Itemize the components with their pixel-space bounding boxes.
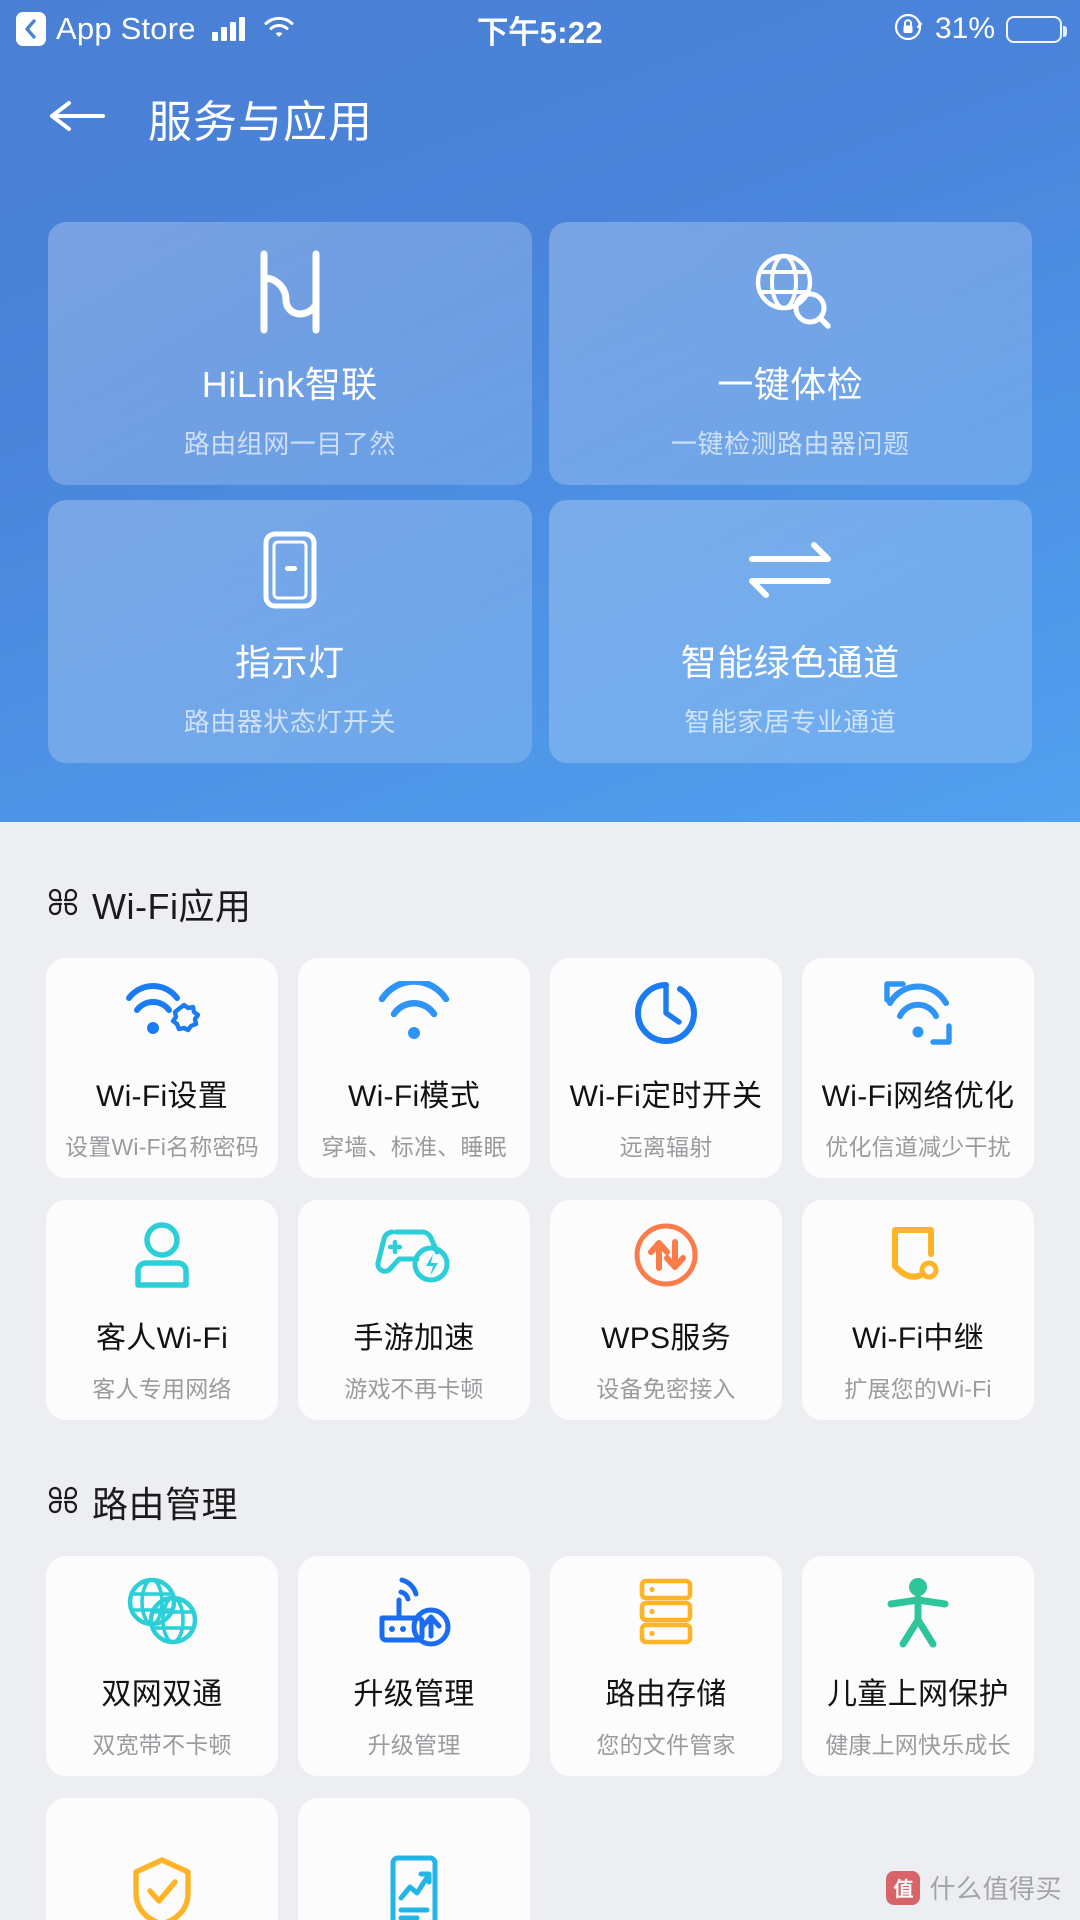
tile-title: Wi-Fi中继 [851, 1321, 985, 1355]
feature-card-title: HiLink智联 [201, 364, 378, 405]
tile-wifi-timer[interactable]: Wi-Fi定时开关 远离辐射 [550, 958, 782, 1178]
wifi-gear-icon [124, 975, 200, 1051]
wifi-icon [377, 975, 451, 1051]
tile-subtitle: 设备免密接入 [596, 1375, 736, 1402]
tile-subtitle: 设置Wi-Fi名称密码 [65, 1133, 259, 1160]
child-guard-icon [883, 1573, 953, 1649]
tile-subtitle: 健康上网快乐成长 [825, 1731, 1011, 1758]
battery-icon [1006, 15, 1067, 43]
tile-title: 路由存储 [605, 1677, 727, 1711]
wifi-relay-icon [883, 1217, 953, 1293]
watermark-text: 什么值得买 [929, 1874, 1062, 1904]
tile-subtitle: 扩展您的Wi-Fi [844, 1375, 992, 1402]
tile-wifi-optimize[interactable]: Wi-Fi网络优化 优化信道减少干扰 [802, 958, 1034, 1178]
tile-subtitle: 您的文件管家 [596, 1731, 736, 1758]
tile-subtitle: 远离辐射 [619, 1133, 713, 1160]
tile-title: Wi-Fi设置 [95, 1079, 229, 1113]
wps-arrows-icon [631, 1217, 701, 1293]
tile-title: 客人Wi-Fi [95, 1321, 229, 1355]
watermark: 值 什么值得买 [886, 1869, 1062, 1906]
nav-bar: 服务与应用 [0, 58, 1080, 178]
tile-subtitle: 升级管理 [367, 1731, 461, 1758]
report-chart-icon [383, 1854, 445, 1920]
feature-card-indicator-light[interactable]: 指示灯 路由器状态灯开关 [48, 500, 532, 763]
status-bar-right: 31% [892, 0, 1067, 58]
tile-subtitle: 穿墙、标准、睡眠 [321, 1133, 507, 1160]
server-stack-icon [633, 1573, 699, 1649]
status-bar: App Store 下午5:22 31% [0, 0, 1080, 58]
feature-card-title: 指示灯 [234, 642, 345, 683]
section-title: Wi-Fi应用 [92, 886, 252, 927]
tile-title: 双网双通 [101, 1677, 223, 1711]
globe-search-icon [746, 246, 834, 338]
grid-four-circles-icon [46, 885, 80, 924]
tile-subtitle: 双宽带不卡顿 [92, 1731, 232, 1758]
grid-four-circles-icon [46, 1483, 80, 1522]
tile-wps-service[interactable]: WPS服务 设备免密接入 [550, 1200, 782, 1420]
wifi-optimize-icon [881, 975, 955, 1051]
battery-percent-label: 31% [934, 12, 995, 45]
tile-security-shield[interactable] [46, 1798, 278, 1920]
tile-subtitle: 游戏不再卡顿 [344, 1375, 484, 1402]
feature-card-grid: HiLink智联 路由组网一目了然 一键体检 一键检测路由器问题 指示灯 路由器… [48, 222, 1032, 763]
arrow-left-icon[interactable] [48, 95, 106, 142]
gamepad-boost-icon [374, 1217, 454, 1293]
tile-wifi-settings[interactable]: Wi-Fi设置 设置Wi-Fi名称密码 [46, 958, 278, 1178]
tile-title: 手游加速 [353, 1321, 475, 1355]
feature-card-title: 智能绿色通道 [680, 642, 900, 683]
tile-title: 升级管理 [353, 1677, 475, 1711]
dual-globe-icon [123, 1573, 201, 1649]
tile-title: 儿童上网保护 [827, 1677, 1009, 1711]
tile-router-storage[interactable]: 路由存储 您的文件管家 [550, 1556, 782, 1776]
user-icon [129, 1217, 195, 1293]
wifi-app-grid: Wi-Fi设置 设置Wi-Fi名称密码 Wi-Fi模式 穿墙、标准、睡眠 Wi-… [0, 958, 1080, 1420]
feature-card-hilink[interactable]: HiLink智联 路由组网一目了然 [48, 222, 532, 485]
app-sections: Wi-Fi应用 Wi-Fi设置 设置Wi-Fi名称密码 Wi-Fi模式 穿墙、标… [0, 822, 1080, 1920]
feature-card-title: 一键体检 [717, 364, 864, 405]
feature-card-subtitle: 一键检测路由器问题 [670, 429, 910, 459]
feature-card-subtitle: 智能家居专业通道 [684, 707, 897, 737]
tile-wifi-mode[interactable]: Wi-Fi模式 穿墙、标准、睡眠 [298, 958, 530, 1178]
feature-card-subtitle: 路由器状态灯开关 [183, 707, 396, 737]
page-title: 服务与应用 [148, 98, 373, 147]
indicator-light-icon [255, 524, 325, 616]
tile-child-protection[interactable]: 儿童上网保护 健康上网快乐成长 [802, 1556, 1034, 1776]
tile-subtitle: 优化信道减少干扰 [825, 1133, 1011, 1160]
feature-card-health-check[interactable]: 一键体检 一键检测路由器问题 [548, 222, 1032, 485]
exchange-arrows-icon [744, 524, 836, 616]
phone-screen: App Store 下午5:22 31% 服务与应用 HiLink智联 路由组网… [0, 0, 1080, 1920]
section-header-router: 路由管理 [0, 1476, 1080, 1528]
tile-dual-network[interactable]: 双网双通 双宽带不卡顿 [46, 1556, 278, 1776]
tile-upgrade-manage[interactable]: 升级管理 升级管理 [298, 1556, 530, 1776]
router-upgrade-icon [376, 1573, 452, 1649]
tile-title: Wi-Fi模式 [347, 1079, 481, 1113]
tile-title: WPS服务 [601, 1321, 731, 1355]
router-manage-grid: 双网双通 双宽带不卡顿 升级管理 升级管理 路由存储 您的文件管家 儿童上网保护… [0, 1556, 1080, 1920]
watermark-badge-icon: 值 [886, 1870, 921, 1905]
timer-icon [631, 975, 701, 1051]
rotation-lock-icon [892, 11, 924, 48]
tile-title: Wi-Fi网络优化 [821, 1079, 1015, 1113]
tile-title: Wi-Fi定时开关 [569, 1079, 763, 1113]
section-title: 路由管理 [92, 1484, 239, 1525]
shield-check-icon [129, 1854, 195, 1920]
feature-card-green-channel[interactable]: 智能绿色通道 智能家居专业通道 [548, 500, 1032, 763]
blue-header-area: App Store 下午5:22 31% 服务与应用 HiLink智联 路由组网… [0, 0, 1080, 822]
tile-subtitle: 客人专用网络 [92, 1375, 232, 1402]
tile-wifi-relay[interactable]: Wi-Fi中继 扩展您的Wi-Fi [802, 1200, 1034, 1420]
section-header-wifi: Wi-Fi应用 [0, 878, 1080, 930]
tile-game-boost[interactable]: 手游加速 游戏不再卡顿 [298, 1200, 530, 1420]
tile-guest-wifi[interactable]: 客人Wi-Fi 客人专用网络 [46, 1200, 278, 1420]
hilink-logo-icon [252, 246, 328, 338]
tile-report-chart[interactable] [298, 1798, 530, 1920]
feature-card-subtitle: 路由组网一目了然 [183, 429, 396, 459]
